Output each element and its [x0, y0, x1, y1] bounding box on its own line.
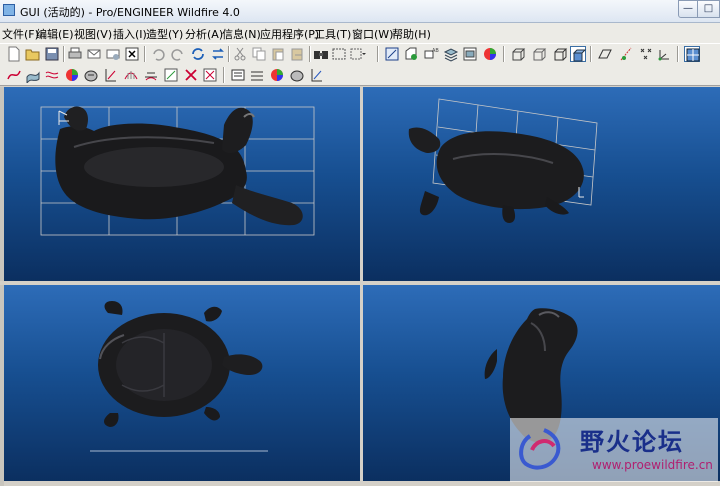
- front-view-model: [40, 106, 315, 236]
- forum-logo: [519, 428, 561, 470]
- regenerate-icon[interactable]: [190, 46, 206, 62]
- surface-icon[interactable]: [25, 67, 41, 83]
- hidden-line-icon[interactable]: [531, 46, 547, 62]
- app-icon: [3, 4, 15, 16]
- curvature-icon[interactable]: [123, 67, 139, 83]
- select-dropdown-icon[interactable]: [350, 46, 366, 62]
- forum-brand: 野火论坛: [580, 428, 684, 456]
- find-icon[interactable]: [313, 46, 329, 62]
- layers-icon[interactable]: [443, 46, 459, 62]
- menu-window[interactable]: 窗口(W): [352, 26, 393, 42]
- menu-edit[interactable]: 编辑(E): [36, 26, 74, 42]
- section-icon[interactable]: [143, 67, 159, 83]
- coordinate-systems-icon[interactable]: [657, 46, 673, 62]
- forum-watermark: 野火论坛 www.proewildfire.cn: [510, 418, 718, 482]
- saved-views-icon[interactable]: AB: [423, 46, 439, 62]
- datum-points-icon[interactable]: [638, 46, 654, 62]
- light-icon[interactable]: [289, 67, 305, 83]
- menu-info[interactable]: 信息(N): [222, 26, 261, 42]
- email-icon[interactable]: [86, 46, 102, 62]
- draft-icon[interactable]: [163, 67, 179, 83]
- repaint-icon[interactable]: [210, 46, 226, 62]
- analysis-icon[interactable]: [64, 67, 80, 83]
- color-icon[interactable]: [482, 46, 498, 62]
- delete-analysis-icon[interactable]: [183, 67, 199, 83]
- cut-icon[interactable]: [232, 46, 248, 62]
- open-file-icon[interactable]: [25, 46, 41, 62]
- isometric-view-model: [408, 98, 598, 223]
- menu-tools[interactable]: 工具(T): [314, 26, 351, 42]
- paste-special-icon[interactable]: [289, 46, 305, 62]
- maximize-button[interactable]: □: [697, 0, 720, 18]
- new-file-icon[interactable]: [6, 46, 22, 62]
- save-icon[interactable]: [44, 46, 60, 62]
- four-view-icon[interactable]: [684, 46, 700, 62]
- wireframe-icon[interactable]: [510, 46, 526, 62]
- slope-icon[interactable]: [249, 67, 265, 83]
- copy-icon[interactable]: [251, 46, 267, 62]
- shaded-icon[interactable]: [570, 46, 587, 62]
- spin-center-icon[interactable]: [384, 46, 400, 62]
- forum-url: www.proewildfire.cn: [592, 458, 713, 472]
- menu-analysis[interactable]: 分析(A): [185, 26, 223, 42]
- curve-icon[interactable]: [6, 67, 22, 83]
- orient-icon[interactable]: [403, 46, 419, 62]
- select-box-icon[interactable]: [331, 46, 347, 62]
- viewport-isometric[interactable]: [363, 87, 720, 281]
- menu-applications[interactable]: 应用程序(P): [260, 26, 319, 42]
- undo-icon[interactable]: [150, 46, 166, 62]
- minimize-button[interactable]: —: [678, 0, 698, 18]
- top-view-model: [90, 301, 268, 452]
- no-hidden-icon[interactable]: [552, 46, 568, 62]
- menu-help[interactable]: 帮助(H): [392, 26, 431, 42]
- dynamic-analysis-icon[interactable]: [309, 67, 325, 83]
- viewport-top[interactable]: [4, 285, 360, 481]
- appearance-icon[interactable]: [462, 46, 478, 62]
- blend-icon[interactable]: [44, 67, 60, 83]
- window-title: GUI (活动的) - Pro/ENGINEER Wildfire 4.0: [20, 6, 240, 19]
- menu-styling[interactable]: 造型(Y): [146, 26, 183, 42]
- highlight-icon[interactable]: [269, 67, 285, 83]
- menu-view[interactable]: 视图(V): [74, 26, 112, 42]
- main-toolbar: AB: [0, 43, 720, 65]
- close-window-icon[interactable]: [124, 46, 140, 62]
- menu-insert[interactable]: 插入(I): [113, 26, 147, 42]
- print-icon[interactable]: [67, 46, 83, 62]
- paste-icon[interactable]: [270, 46, 286, 62]
- title-bar: GUI (活动的) - Pro/ENGINEER Wildfire 4.0 — …: [0, 0, 720, 23]
- email-link-icon[interactable]: [105, 46, 121, 62]
- menu-file[interactable]: 文件(F): [2, 26, 39, 42]
- shade-icon[interactable]: [83, 67, 99, 83]
- reflection-icon[interactable]: [202, 67, 218, 83]
- svg-text:AB: AB: [432, 48, 439, 54]
- measure-icon[interactable]: [103, 67, 119, 83]
- viewport-front[interactable]: [4, 87, 360, 281]
- datum-axes-icon[interactable]: [618, 46, 634, 62]
- redo-icon[interactable]: [170, 46, 186, 62]
- menu-bar: 文件(F) 编辑(E) 视图(V) 插入(I) 造型(Y) 分析(A) 信息(N…: [0, 23, 720, 43]
- dihedral-icon[interactable]: [230, 67, 246, 83]
- datum-planes-icon[interactable]: [597, 46, 613, 62]
- styling-toolbar: [0, 65, 720, 86]
